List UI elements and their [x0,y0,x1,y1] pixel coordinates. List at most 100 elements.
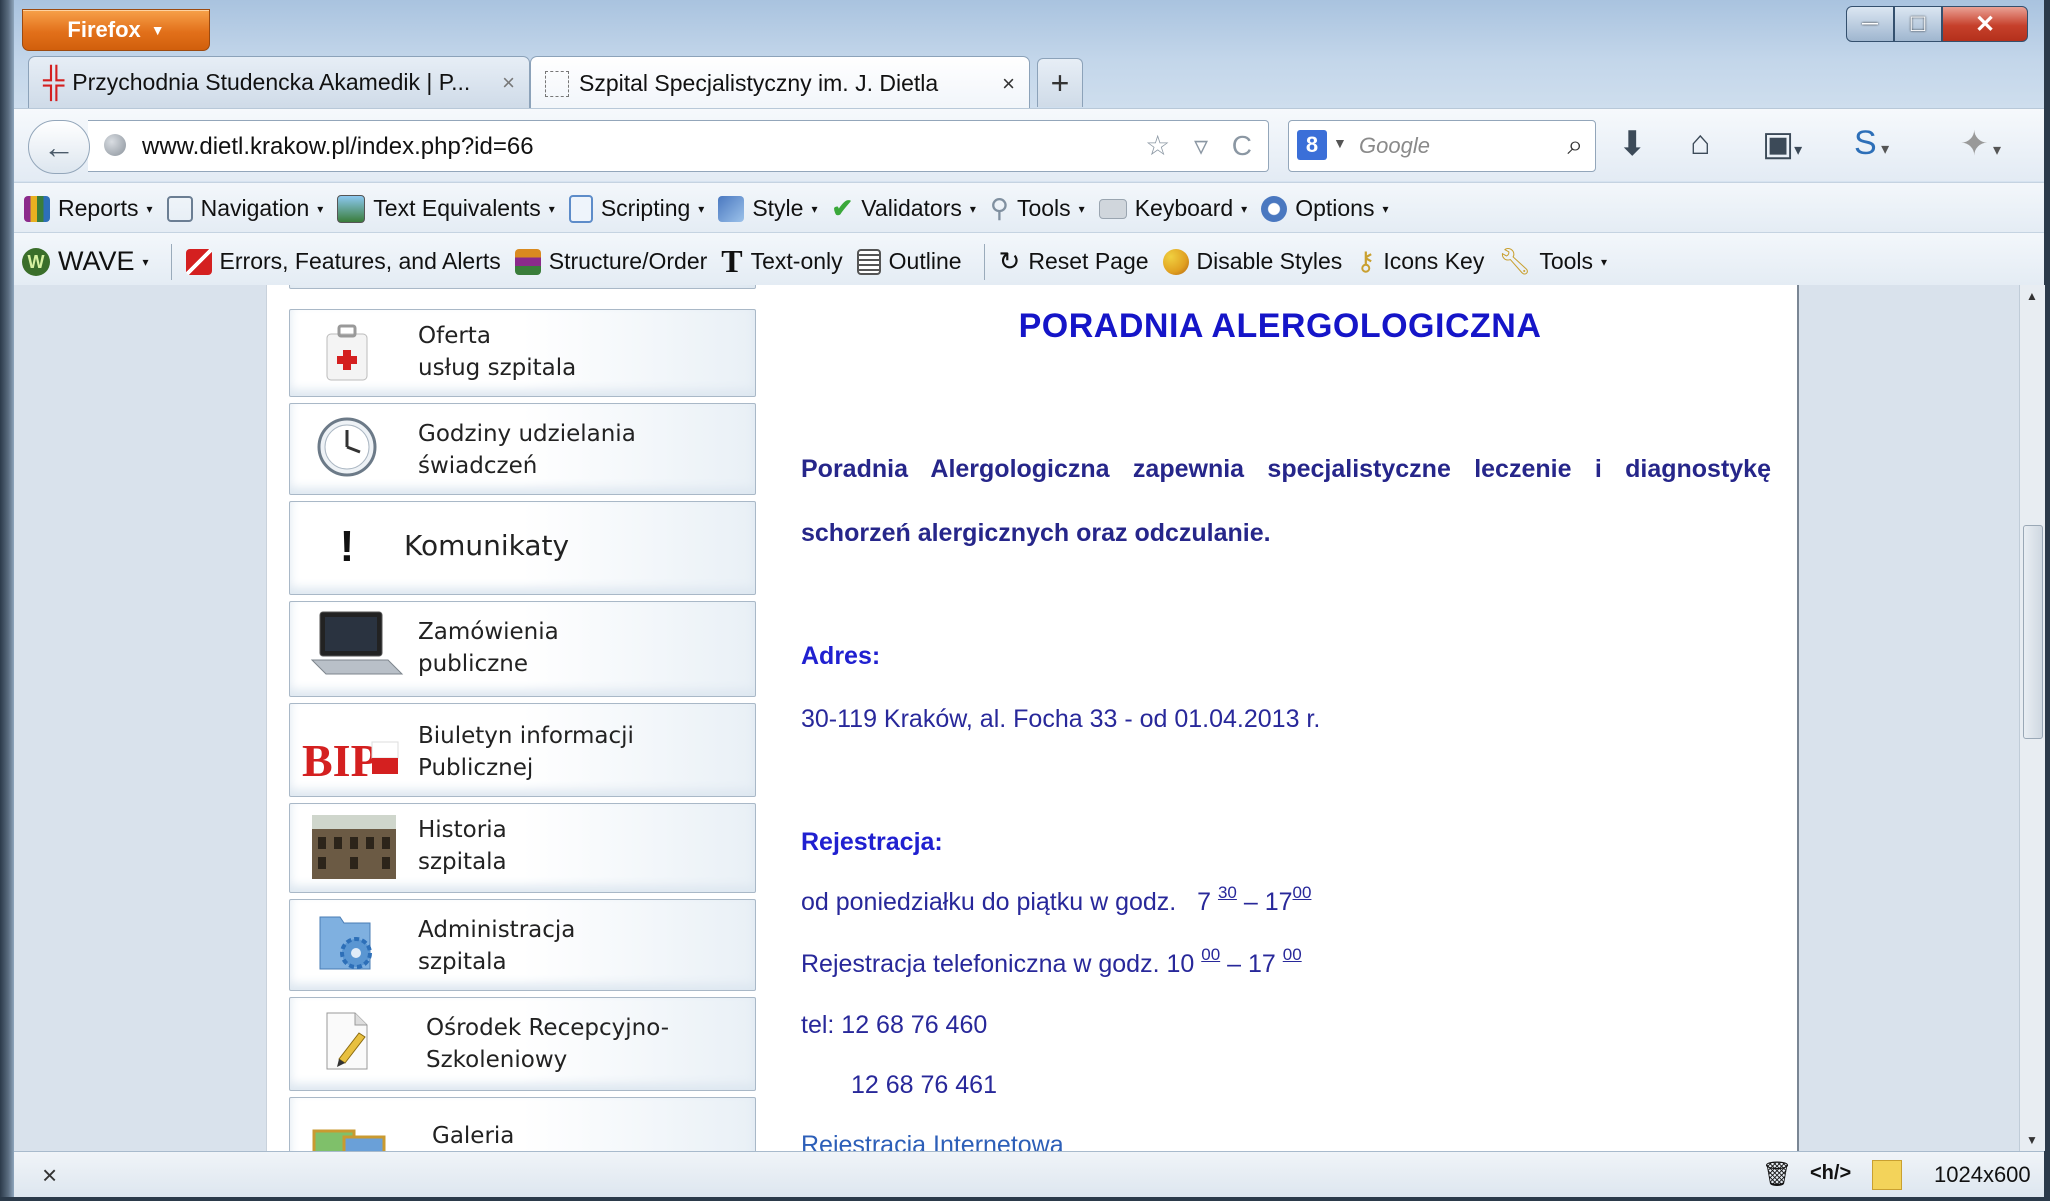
options-menu[interactable]: Options ▾ [1261,195,1388,222]
tab-close-icon[interactable]: × [1002,71,1015,97]
scroll-down-icon[interactable]: ▼ [2026,1133,2038,1147]
medical-kit-icon [312,322,382,384]
sticky-note-icon[interactable] [1872,1160,1902,1190]
scripting-menu[interactable]: Scripting ▾ [568,194,704,223]
tab-title: Przychodnia Studencka Akamedik | P... [72,69,471,95]
address-label: Adres: [801,642,881,670]
html-validator-icon[interactable]: <h/> [1810,1162,1851,1185]
tools-icon: ⚲ [989,193,1009,223]
search-bar[interactable]: 8 ▼ Google ⌕ [1288,120,1596,172]
firefox-menu-label: Firefox [67,17,141,42]
close-window-button[interactable]: ✕ [1942,6,2028,42]
options-icon [1261,195,1288,222]
minimize-icon: — [1862,15,1878,32]
outline-icon [856,248,881,275]
search-input[interactable]: Google [1359,133,1430,159]
menu-item-label: Administracja szpitala [418,917,576,975]
minimize-button[interactable]: — [1846,6,1894,42]
wave-tools-menu[interactable]: 🔧︎ Tools ▾ [1498,246,1607,277]
addon-icon[interactable]: ✦ ▾ [1960,124,2001,164]
tab-akamedik[interactable]: ╬ Przychodnia Studencka Akamedik | P... … [28,56,530,108]
window-border-left [0,0,14,1201]
close-addon-bar-icon[interactable]: × [42,1160,57,1191]
menu-item-administracja[interactable]: Administracja szpitala [289,899,756,991]
search-engine-icon[interactable]: 8 [1297,130,1327,160]
navigation-menu[interactable]: Navigation ▾ [166,195,323,222]
text-equivalents-menu[interactable]: Text Equivalents ▾ [337,194,555,223]
scrollbar-thumb[interactable] [2023,525,2043,739]
wave-menu[interactable]: W WAVE ▾ [22,246,149,277]
tools-menu[interactable]: ⚲ Tools ▾ [990,193,1085,224]
icons-key-button[interactable]: ⚷ Icons Key [1356,246,1484,277]
wrench-icon: 🔧︎ [1498,246,1532,276]
building-photo-icon [312,815,396,879]
web-page: Oferta usług szpitala Godziny udzielania ś… [266,285,1799,1151]
text-only-icon: T [721,243,743,279]
menu-item-label: Biuletyn informacji Publicznej [418,723,634,781]
disable-styles-button[interactable]: Disable Styles [1162,248,1342,275]
internet-registration-link[interactable]: Rejestracja Internetowa [801,1131,1064,1151]
search-icon[interactable]: ⌕ [1567,129,1583,162]
vertical-scrollbar[interactable]: ▲ ▼ [2019,285,2045,1151]
new-tab-button[interactable]: + [1037,58,1083,107]
menu-item-historia[interactable]: Historia szpitala [289,803,756,893]
tab-dietl[interactable]: Szpital Specjalistyczny im. J. Dietla × [530,56,1030,110]
reports-menu[interactable]: Reports ▾ [24,195,153,222]
url-bar[interactable]: www.dietl.krakow.pl/index.php?id=66 ☆ ▿ … [88,120,1269,172]
window-border-bottom [0,1197,2050,1201]
menu-item-osrodek[interactable]: Ośrodek Recepcyjno- Szkoleniowy [289,997,756,1091]
url-input[interactable]: www.dietl.krakow.pl/index.php?id=66 [142,133,534,161]
bip-logo-icon: BIP [300,726,400,788]
url-bar-icons[interactable]: ☆ ▿ C [1145,129,1260,162]
menu-item-bip[interactable]: BIP Biuletyn informacji Publicznej [289,703,756,797]
page-viewport: Oferta usług szpitala Godziny udzielania ś… [14,285,2019,1151]
structure-order-button[interactable]: Structure/Order [514,248,707,275]
window-controls: — □ ✕ [1846,6,2028,42]
home-icon[interactable]: ⌂ [1690,124,1711,163]
outline-button[interactable]: Outline [856,248,962,275]
tab-close-icon[interactable]: × [502,70,515,96]
accessibility-toolbar: Reports ▾ Navigation ▾ Text Equivalents ▾ S… [14,182,2044,233]
menu-item-label: Galeria [432,1123,515,1149]
separator [983,243,985,280]
menu-item-oferta[interactable]: Oferta usług szpitala [289,309,756,397]
search-engine-dropdown-icon[interactable]: ▼ [1333,135,1347,151]
download-icon[interactable]: ⬇ [1618,124,1647,164]
phone-registration-hours: Rejestracja telefoniczna w godz. 10 00 –… [801,945,1302,978]
style-menu[interactable]: Style ▾ [718,195,818,222]
validators-menu[interactable]: ✔ Validators ▾ [832,193,976,224]
site-identity-icon[interactable] [104,134,126,156]
clinic-description: Poradnia Alergologiczna zapewnia specjal… [801,455,1771,547]
reports-icon [24,195,50,222]
menu-item-godziny[interactable]: Godziny udzielania świadczeń [289,403,756,495]
resolution-label: 1024x600 [1934,1162,2031,1187]
toolbar2-items: W WAVE ▾ Errors, Features, and Alerts Str… [22,243,1615,280]
back-button[interactable]: ← [28,120,90,174]
reset-page-button[interactable]: ↻ Reset Page [999,246,1149,277]
document-pen-icon [312,1010,382,1072]
status-bar: × 🗑︎ <h/> 1024x600 [14,1151,2044,1198]
trash-icon[interactable]: 🗑︎ [1762,1160,1792,1189]
menu-item-zamowienia[interactable]: Zamówienia publiczne [289,601,756,697]
errors-icon [185,248,212,275]
wave-logo-icon: W [22,247,50,276]
text-equivalents-icon [337,194,366,223]
address-text: 30-119 Kraków, al. Focha 33 - od 01.04.2… [801,705,1321,733]
errors-features-alerts-button[interactable]: Errors, Features, and Alerts [185,248,501,275]
navigation-icon [166,195,193,222]
menu-item-partial[interactable] [289,285,756,289]
blank-favicon-icon [545,70,569,97]
firefox-menu-button[interactable]: Firefox ▼ [22,9,210,51]
text-only-button[interactable]: T Text-only [721,243,842,280]
menu-item-komunikaty[interactable]: ! Komunikaty [289,501,756,595]
maximize-button[interactable]: □ [1894,6,1942,42]
sync-icon[interactable]: S ▾ [1854,124,1889,163]
scroll-up-icon[interactable]: ▲ [2026,289,2038,303]
bookmarks-icon[interactable]: ▣▾ [1762,124,1802,164]
menu-item-label: Godziny udzielania świadczeń [418,421,636,479]
laptop-icon [308,611,404,676]
keyboard-menu[interactable]: Keyboard ▾ [1098,195,1247,222]
phone-number-1: tel: 12 68 76 460 [801,1011,988,1039]
menu-item-galeria[interactable]: Galeria [289,1097,756,1151]
icons-key-icon: ⚷ [1356,246,1376,276]
